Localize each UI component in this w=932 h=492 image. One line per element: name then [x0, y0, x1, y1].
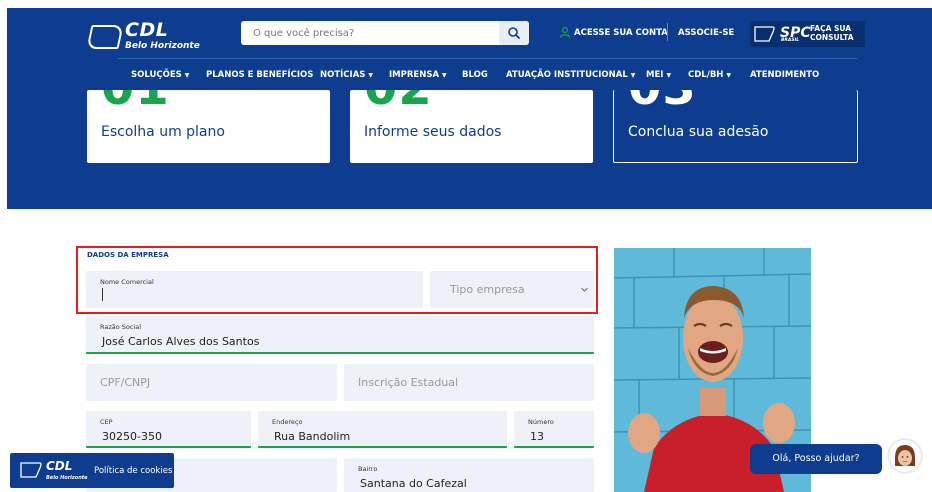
chevron-down-icon: ▼ [726, 72, 732, 79]
nav-solucoes[interactable]: SOLUÇÕES ▼ [131, 70, 189, 80]
spc-consulta-button[interactable]: SPC BRASIL FAÇA SUA CONSULTA [750, 21, 865, 47]
field-label: Razão Social [100, 323, 142, 331]
nav-imprensa[interactable]: IMPRENSA ▼ [389, 70, 447, 80]
section-title: DADOS DA EMPRESA [87, 251, 169, 259]
nome-comercial-field[interactable]: Nome Comercial [86, 271, 423, 308]
numero-field[interactable]: Número 13 [514, 411, 594, 448]
nav-label: PLANOS E BENEFÍCIOS [206, 70, 314, 80]
user-icon [559, 26, 571, 38]
field-value: 13 [530, 430, 544, 443]
nav-cdlbh[interactable]: CDL/BH ▼ [688, 70, 731, 80]
step-label: Conclua sua adesão [628, 124, 769, 140]
cookie-label: Política de cookies [94, 466, 173, 476]
cpf-cnpj-field[interactable]: CPF/CNPJ [86, 364, 337, 401]
chevron-down-icon: ▼ [368, 72, 374, 79]
field-value: Rua Bandolim [274, 430, 351, 443]
razao-social-field[interactable]: Razão Social José Carlos Alves dos Santo… [86, 316, 594, 354]
cep-field[interactable]: CEP 30250-350 [86, 411, 251, 448]
field-value: 30250-350 [102, 430, 162, 443]
account-link[interactable]: ACESSE SUA CONTA [574, 28, 668, 38]
step-number: 02 [364, 90, 433, 118]
nav-atendimento[interactable]: ATENDIMENTO [750, 70, 819, 80]
field-placeholder: Tipo empresa [450, 283, 525, 296]
field-label: Endereço [272, 418, 303, 426]
search-icon [508, 27, 520, 39]
step-card-3: 03 Conclua sua adesão [613, 90, 858, 163]
assistant-avatar-icon [889, 440, 921, 472]
logo-text: CDL [125, 19, 169, 41]
search-button[interactable] [499, 21, 529, 45]
nav-label: ATENDIMENTO [750, 70, 820, 80]
field-label: Bairro [358, 465, 378, 473]
step-number: 01 [101, 90, 170, 118]
chat-avatar-button[interactable] [889, 440, 921, 472]
chevron-down-icon: ▼ [630, 72, 636, 79]
nav-label: NOTÍCIAS [320, 70, 366, 80]
nav-label: SOLUÇÕES [131, 70, 182, 80]
chevron-down-icon [581, 287, 588, 292]
chevron-down-icon: ▼ [666, 72, 672, 79]
cookie-policy-button[interactable]: CDL Belo Horizonte Política de cookies [10, 453, 174, 488]
nav-label: BLOG [462, 70, 488, 80]
cookie-logo-subtitle: Belo Horizonte [46, 475, 88, 481]
chevron-down-icon: ▼ [184, 72, 190, 79]
nav-planos[interactable]: PLANOS E BENEFÍCIOS [206, 70, 313, 80]
spc-sub: BRASIL [781, 38, 800, 43]
field-label: Número [528, 418, 554, 426]
endereco-field[interactable]: Endereço Rua Bandolim [258, 411, 507, 448]
spc-text: FAÇA SUA CONSULTA [810, 24, 854, 42]
spc-logo-icon [754, 26, 775, 42]
chat-prompt-button[interactable]: Olá, Posso ajudar? [750, 444, 882, 474]
search-bar [241, 21, 529, 45]
field-placeholder: Inscrição Estadual [358, 376, 459, 389]
nav-label: CDL/BH [688, 70, 724, 80]
inscricao-estadual-field[interactable]: Inscrição Estadual [344, 364, 594, 401]
steps-section: 01 Escolha um plano 02 Informe seus dado… [7, 90, 932, 209]
spc-line-2: CONSULTA [810, 33, 854, 42]
header-separator [117, 58, 857, 59]
chevron-down-icon: ▼ [442, 72, 447, 79]
cdl-logo[interactable]: CDL Belo Horizonte [86, 17, 209, 55]
bairro-field[interactable]: Bairro Santana do Cafezal [344, 458, 594, 492]
logo-subtitle: Belo Horizonte [125, 41, 200, 51]
nav-atuacao[interactable]: ATUAÇÃO INSTITUCIONAL ▼ [506, 70, 635, 80]
field-label: CEP [100, 418, 113, 426]
tipo-empresa-select[interactable]: Tipo empresa [430, 271, 594, 308]
nav-label: IMPRENSA [389, 70, 440, 80]
search-input[interactable] [241, 21, 499, 45]
chat-label: Olá, Posso ajudar? [772, 453, 860, 464]
cdl-logo-mark [86, 25, 124, 49]
step-number: 03 [628, 90, 697, 118]
step-card-1: 01 Escolha um plano [87, 90, 330, 163]
nav-blog[interactable]: BLOG [462, 70, 488, 80]
step-card-2: 02 Informe seus dados [350, 90, 593, 163]
site-header: CDL Belo Horizonte ACESSE SUA CONTA ASSO… [7, 8, 932, 90]
header-divider [667, 23, 668, 41]
step-label: Escolha um plano [101, 124, 225, 140]
nav-label: ATUAÇÃO INSTITUCIONAL [506, 70, 628, 80]
nav-noticias[interactable]: NOTÍCIAS ▼ [320, 70, 373, 80]
cookie-logo-text: CDL [46, 459, 73, 473]
text-cursor [102, 288, 103, 301]
field-label: Nome Comercial [100, 278, 154, 286]
cdl-logo-icon [20, 462, 42, 478]
field-value: Santana do Cafezal [360, 477, 467, 490]
field-value: José Carlos Alves dos Santos [102, 335, 260, 348]
spc-line-1: FAÇA SUA [810, 24, 852, 33]
step-label: Informe seus dados [364, 124, 502, 140]
nav-label: MEI [646, 70, 664, 80]
field-placeholder: CPF/CNPJ [100, 376, 151, 389]
associate-link[interactable]: ASSOCIE-SE [678, 28, 734, 38]
nav-mei[interactable]: MEI ▼ [646, 70, 671, 80]
